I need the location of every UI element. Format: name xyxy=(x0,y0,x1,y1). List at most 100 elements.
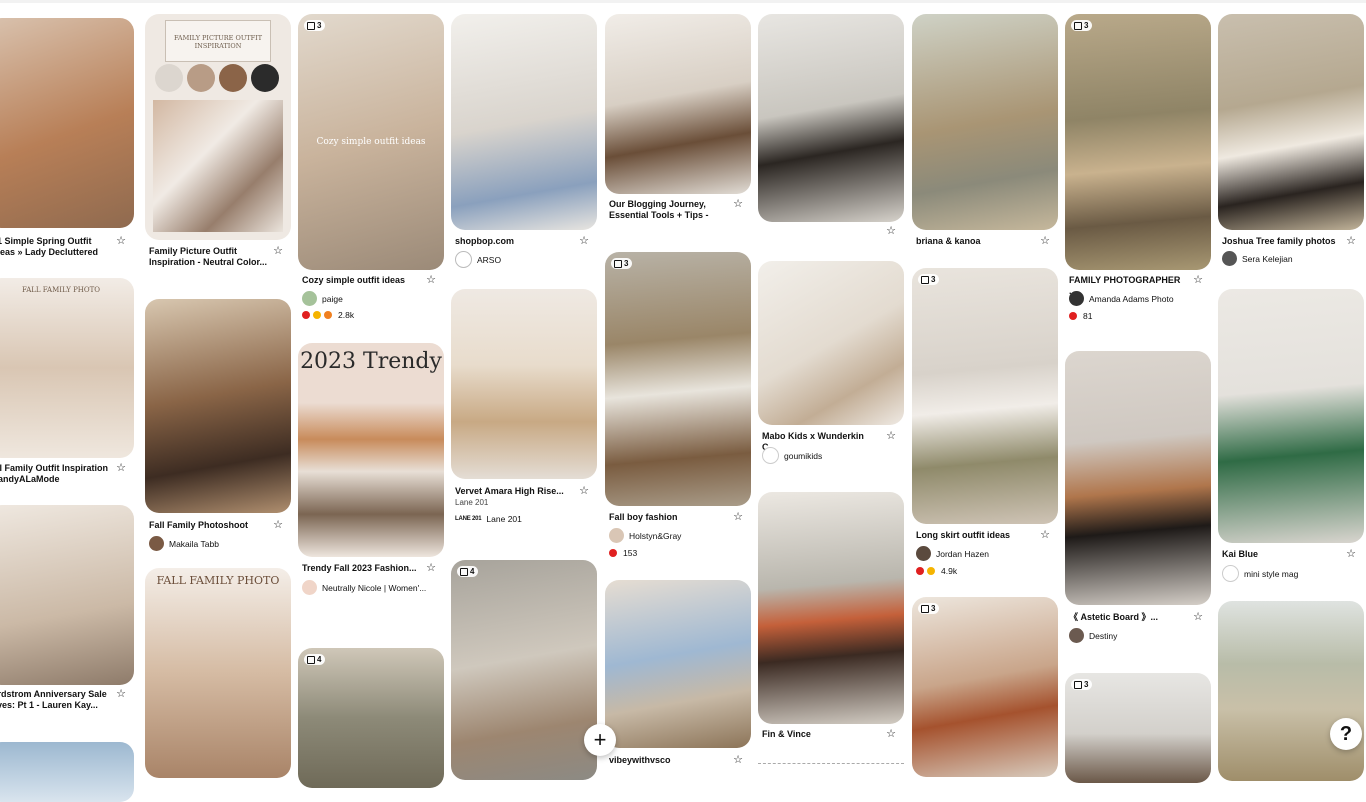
pin-title[interactable]: Joshua Tree family photos xyxy=(1222,236,1340,247)
pin-title[interactable]: 《 Astetic Board 》... xyxy=(1069,612,1187,623)
pin-title[interactable]: Our Blogging Journey, Essential Tools + … xyxy=(609,199,727,221)
pin-image[interactable] xyxy=(758,492,904,724)
pin-author[interactable]: ARSO xyxy=(455,251,595,268)
author-name: Lane 201 xyxy=(486,514,522,524)
save-star-icon[interactable]: ☆ xyxy=(733,512,743,523)
save-star-icon[interactable]: ☆ xyxy=(579,486,589,497)
pin-author[interactable]: Destiny xyxy=(1069,628,1209,643)
save-star-icon[interactable]: ☆ xyxy=(116,689,126,700)
heart-icon xyxy=(609,549,617,557)
avatar xyxy=(302,291,317,306)
save-star-icon[interactable]: ☆ xyxy=(116,463,126,474)
pin-image[interactable]: 3 xyxy=(1065,14,1211,270)
pin-title[interactable]: briana & kanoa xyxy=(916,236,1034,247)
save-star-icon[interactable]: ☆ xyxy=(1346,236,1356,247)
pin-author[interactable]: mini style mag xyxy=(1222,565,1362,582)
help-button[interactable]: ? xyxy=(1330,718,1362,750)
pin-author[interactable]: paige xyxy=(302,291,442,306)
save-star-icon[interactable]: ☆ xyxy=(426,563,436,574)
pin-author[interactable]: Jordan Hazen xyxy=(916,546,1056,561)
pin-image[interactable] xyxy=(451,289,597,479)
avatar xyxy=(455,251,472,268)
pin-author[interactable]: goumikids xyxy=(762,447,902,464)
stack-icon xyxy=(1074,680,1082,689)
save-star-icon[interactable]: ☆ xyxy=(886,729,896,740)
pin-title[interactable]: Long skirt outfit ideas xyxy=(916,530,1034,541)
save-star-icon[interactable]: ☆ xyxy=(886,431,896,442)
pin-image[interactable] xyxy=(145,299,291,513)
pin-title[interactable]: Family Picture Outfit Inspiration - Neut… xyxy=(149,246,267,268)
avatar xyxy=(1222,565,1239,582)
stack-icon xyxy=(307,655,315,664)
save-star-icon[interactable]: ☆ xyxy=(426,275,436,286)
avatar xyxy=(302,580,317,595)
pin-image[interactable] xyxy=(0,742,134,802)
pin-title[interactable]: shopbop.com xyxy=(455,236,573,247)
save-star-icon[interactable]: ☆ xyxy=(733,755,743,766)
pin-image[interactable] xyxy=(0,505,134,685)
pin-image[interactable]: 3 xyxy=(912,268,1058,524)
save-star-icon[interactable]: ☆ xyxy=(1040,530,1050,541)
save-star-icon[interactable]: ☆ xyxy=(1040,236,1050,247)
reactions: 153 xyxy=(609,548,637,558)
smile-icon xyxy=(313,311,321,319)
pin-title[interactable]: 01 Simple Spring Outfit Ideas » Lady Dec… xyxy=(0,236,110,258)
pin-author[interactable]: Holstyn&Gray xyxy=(609,528,749,543)
save-star-icon[interactable]: ☆ xyxy=(1193,612,1203,623)
pin-image[interactable]: 4 xyxy=(451,560,597,780)
pin-image[interactable]: FALL FAMILY PHOTO xyxy=(145,568,291,778)
pin-author[interactable]: Amanda Adams Photo xyxy=(1069,291,1209,306)
pin-image[interactable] xyxy=(1218,289,1364,543)
author-name: paige xyxy=(322,293,343,304)
pin-image[interactable]: 4 xyxy=(298,648,444,788)
pin-title[interactable]: Fall boy fashion xyxy=(609,512,727,523)
add-button[interactable]: + xyxy=(584,724,616,756)
save-star-icon[interactable]: ☆ xyxy=(886,226,896,237)
heart-icon xyxy=(1069,312,1077,320)
pin-title[interactable]: vibeywithvsco xyxy=(609,755,727,766)
pin-title[interactable]: Trendy Fall 2023 Fashion... xyxy=(302,563,420,574)
pin-image[interactable]: 3 xyxy=(912,597,1058,777)
save-star-icon[interactable]: ☆ xyxy=(273,246,283,257)
save-star-icon[interactable]: ☆ xyxy=(116,236,126,247)
pin-image[interactable] xyxy=(1065,351,1211,605)
author-name: Destiny xyxy=(1089,630,1118,641)
pin-image[interactable] xyxy=(605,14,751,194)
pin-image[interactable]: Cozy simple outfit ideas 3 xyxy=(298,14,444,270)
author-name: Makaila Tabb xyxy=(169,538,219,549)
multi-image-badge: 3 xyxy=(918,274,940,285)
pin-image[interactable]: FAMILY PICTURE OUTFIT INSPIRATION xyxy=(145,14,291,240)
pin-author[interactable]: Neutrally Nicole | Women'... xyxy=(302,580,442,595)
save-star-icon[interactable]: ☆ xyxy=(273,520,283,531)
pin-title[interactable]: Fin & Vince xyxy=(762,729,880,740)
pin-image[interactable] xyxy=(758,14,904,222)
pin-image[interactable]: 2023 Trendy xyxy=(298,343,444,557)
pin-image[interactable]: 3 xyxy=(1065,673,1211,783)
pin-image[interactable] xyxy=(1218,14,1364,230)
pin-title[interactable]: Kai Blue xyxy=(1222,549,1340,560)
pin-image[interactable]: FALL FAMILY PHOTO xyxy=(0,278,134,458)
pin-author[interactable]: Makaila Tabb xyxy=(149,536,289,551)
pin-image[interactable] xyxy=(912,14,1058,230)
pin-author[interactable]: LANE 201 Lane 201 xyxy=(455,514,595,524)
pin-image[interactable] xyxy=(451,14,597,230)
pin-image[interactable] xyxy=(758,261,904,425)
pin-image[interactable] xyxy=(0,18,134,228)
pin-title[interactable]: Cozy simple outfit ideas xyxy=(302,275,420,286)
author-name: goumikids xyxy=(784,450,823,461)
heart-icon xyxy=(916,567,924,575)
pin-image[interactable]: 3 xyxy=(605,252,751,506)
pin-image[interactable] xyxy=(1218,601,1364,781)
save-star-icon[interactable]: ☆ xyxy=(1193,275,1203,286)
save-star-icon[interactable]: ☆ xyxy=(579,236,589,247)
pin-title[interactable]: Fall Family Photoshoot xyxy=(149,520,267,531)
color-swatch xyxy=(187,64,215,92)
pin-author[interactable]: Sera Kelejian xyxy=(1222,251,1362,266)
save-star-icon[interactable]: ☆ xyxy=(733,199,743,210)
save-star-icon[interactable]: ☆ xyxy=(1346,549,1356,560)
pin-title[interactable]: all Family Outfit Inspiration SandyALaMo… xyxy=(0,463,110,485)
pin-title[interactable]: ordstrom Anniversary Sale aves: Pt 1 - L… xyxy=(0,689,110,711)
pin-title[interactable]: Vervet Amara High Rise... xyxy=(455,486,573,497)
pin-image[interactable] xyxy=(605,580,751,748)
author-name: Jordan Hazen xyxy=(936,548,989,559)
